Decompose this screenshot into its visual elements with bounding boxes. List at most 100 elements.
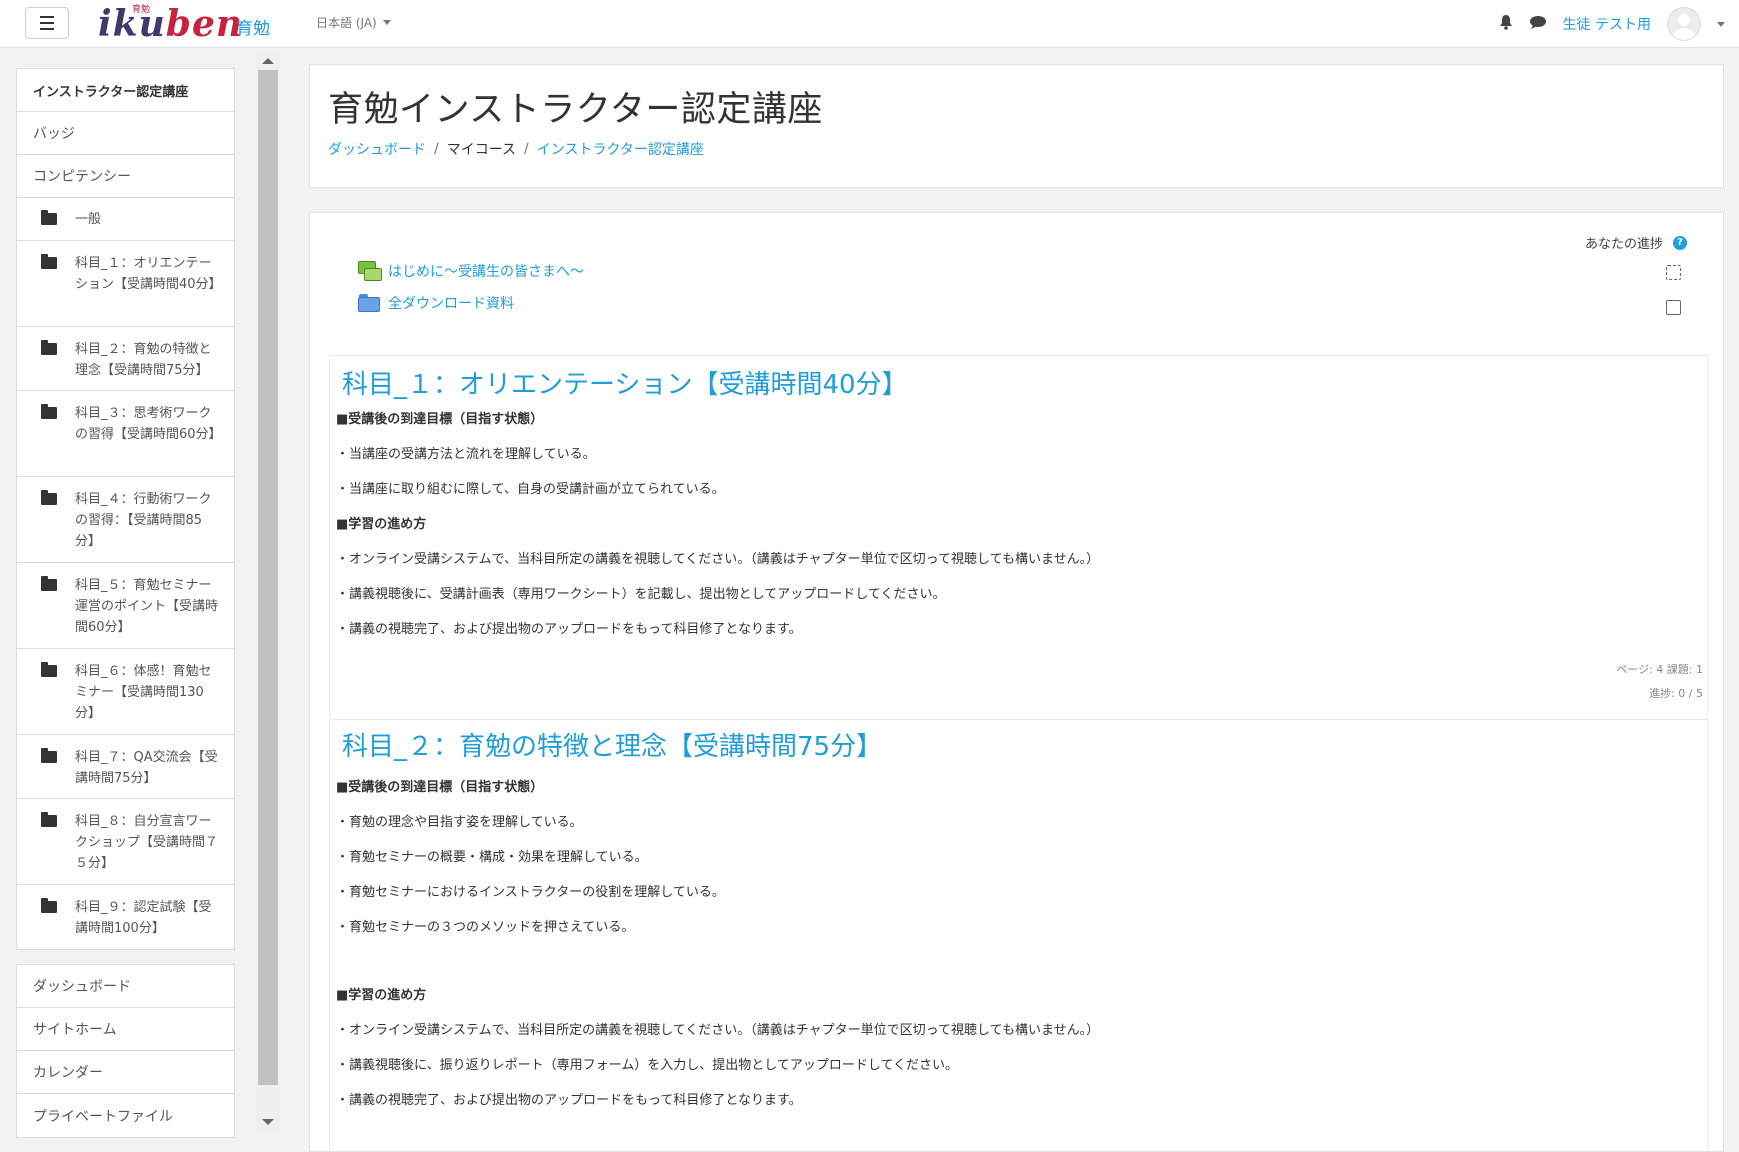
folder-icon xyxy=(41,340,57,355)
sidebar-item-calendar[interactable]: カレンダー xyxy=(17,1051,234,1094)
folder-icon xyxy=(41,812,57,827)
sidebar-item-label: 科目_９：認定試験【受講時間100分】 xyxy=(75,900,212,936)
sidebar-item-competencies[interactable]: コンピテンシー xyxy=(17,155,234,198)
progress-header: あなたの進捗 ? xyxy=(1585,233,1687,252)
sidebar-item-label: コンピテンシー xyxy=(33,169,131,185)
section-title[interactable]: 科目_２：育勉の特徴と理念【受講時間75分】 xyxy=(342,730,1707,764)
section-progress-count: 進捗: 0 / 5 xyxy=(1649,687,1703,700)
breadcrumb-separator: / xyxy=(524,141,529,157)
activity-item-forum[interactable]: はじめに～受講生の皆さまへ～ xyxy=(358,261,584,281)
site-nav-block: ダッシュボード サイトホーム カレンダー プライベートファイル xyxy=(16,964,235,1138)
sidebar-item-site-home[interactable]: サイトホーム xyxy=(17,1008,234,1051)
activity-item-folder[interactable]: 全ダウンロード資料 xyxy=(358,293,514,313)
section-activity-count: ページ: 4 課題: 1 xyxy=(1616,663,1703,676)
summary-line: ・育勉セミナーの３つのメソッドを押さえている。 xyxy=(336,920,635,935)
user-caret-down-icon[interactable] xyxy=(1717,21,1725,27)
sidebar-section-item[interactable]: 科目_３：思考術ワークの習得【受講時間60分】 xyxy=(17,391,234,477)
section-title[interactable]: 科目_１：オリエンテーション【受講時間40分】 xyxy=(342,368,1707,402)
sidebar-scrollbar[interactable] xyxy=(256,52,280,1131)
avatar[interactable] xyxy=(1667,7,1701,41)
sidebar-section-item[interactable]: 一般 xyxy=(17,198,234,241)
sidebar-item-course[interactable]: インストラクター認定講座 xyxy=(17,69,234,112)
folder-icon xyxy=(41,898,57,913)
hamburger-icon xyxy=(40,14,54,32)
sidebar-section-item[interactable]: 科目_７：QA交流会【受講時間75分】 xyxy=(17,735,234,799)
sidebar-section-item[interactable]: 科目_１：オリエンテーション【受講時間40分】 xyxy=(17,241,234,327)
folder-icon xyxy=(41,748,57,763)
scrollbar-thumb[interactable] xyxy=(258,70,278,1085)
scroll-up-arrow-icon[interactable] xyxy=(262,58,274,64)
progress-label: あなたの進捗 xyxy=(1584,237,1663,252)
logo-subtext: 育勉 xyxy=(132,5,151,15)
sidebar-item-label: 一般 xyxy=(75,212,102,227)
sidebar-item-label: バッジ xyxy=(33,126,75,142)
breadcrumb: ダッシュボード / マイコース / インストラクター認定講座 xyxy=(328,139,704,159)
section-summary: ■受講後の到達目標（目指す状態） ・当講座の受講方法と流れを理解している。 ・当… xyxy=(336,410,1707,640)
summary-line: ・当講座の受講方法と流れを理解している。 xyxy=(336,447,596,462)
summary-line: ・講義視聴後に、受講計画表（専用ワークシート）を記載し、提出物としてアップロード… xyxy=(336,587,946,602)
folder-icon xyxy=(41,254,57,269)
summary-line: ・当講座に取り組むに際して、自身の受講計画が立てられている。 xyxy=(336,482,725,497)
breadcrumb-separator: / xyxy=(434,141,439,157)
caret-down-icon xyxy=(382,20,391,25)
sidebar-section-item[interactable]: 科目_５：育勉セミナー運営のポイント【受講時間60分】 xyxy=(17,563,234,649)
summary-line: ・育勉セミナーの概要・構成・効果を理解している。 xyxy=(336,850,648,865)
summary-heading: ■受講後の到達目標（目指す状態） xyxy=(336,780,544,795)
summary-heading: ■受講後の到達目標（目指す状態） xyxy=(336,412,544,427)
user-menu-name[interactable]: 生徒 テスト用 xyxy=(1563,14,1651,34)
chat-bubble-icon[interactable] xyxy=(1529,15,1547,34)
help-icon[interactable]: ? xyxy=(1673,235,1687,250)
summary-line: ・講義視聴後に、振り返りレポート（専用フォーム）を入力し、提出物としてアップロー… xyxy=(336,1058,959,1073)
course-section: 科目_２：育勉の特徴と理念【受講時間75分】 ■受講後の到達目標（目指す状態） … xyxy=(329,719,1708,1151)
sidebar-item-label: 科目_２：育勉の特徴と理念【受講時間75分】 xyxy=(75,342,212,378)
sidebar-item-label: 科目_７：QA交流会【受講時間75分】 xyxy=(75,750,218,786)
scroll-down-arrow-icon[interactable] xyxy=(262,1119,274,1125)
sidebar-item-label: 科目_５：育勉セミナー運営のポイント【受講時間60分】 xyxy=(75,578,219,635)
section-summary: ■受講後の到達目標（目指す状態） ・育勉の理念や目指す姿を理解している。 ・育勉… xyxy=(336,778,1707,1111)
sidebar-section-item[interactable]: 科目_９：認定試験【受講時間100分】 xyxy=(17,885,234,949)
section-progress-meta: ページ: 4 課題: 1 進捗: 0 / 5 xyxy=(1616,658,1703,706)
folder-icon xyxy=(358,294,380,312)
sidebar-item-label: カレンダー xyxy=(33,1065,103,1081)
sidebar-section-item[interactable]: 科目_８：自分宣言ワークショップ【受講時間７５分】 xyxy=(17,799,234,885)
site-logo[interactable]: 育勉 ikuben xyxy=(98,4,243,44)
language-label: 日本語 (JA) xyxy=(316,16,377,30)
breadcrumb-course[interactable]: インストラクター認定講座 xyxy=(537,139,704,159)
sidebar-item-label: 科目_４：行動術ワークの習得：【受講時間85分】 xyxy=(75,492,212,549)
activity-link[interactable]: はじめに～受講生の皆さまへ～ xyxy=(388,261,584,281)
sidebar-item-label: サイトホーム xyxy=(33,1022,117,1038)
sidebar-item-badges[interactable]: バッジ xyxy=(17,112,234,155)
page-title: 育勉インストラクター認定講座 xyxy=(328,90,823,130)
sidebar-item-dashboard[interactable]: ダッシュボード xyxy=(17,965,234,1008)
sidebar-item-label: 科目_３：思考術ワークの習得【受講時間60分】 xyxy=(75,406,222,442)
sidebar-item-label: プライベートファイル xyxy=(33,1108,173,1125)
summary-line: ・育勉セミナーにおけるインストラクターの役割を理解している。 xyxy=(336,885,725,900)
summary-heading: ■学習の進め方 xyxy=(336,517,427,532)
page-header: 育勉インストラクター認定講座 ダッシュボード / マイコース / インストラクタ… xyxy=(309,64,1724,188)
course-section: 科目_１：オリエンテーション【受講時間40分】 ■受講後の到達目標（目指す状態）… xyxy=(329,355,1708,720)
sidebar-section-item[interactable]: 科目_６：体感！育勉セミナー【受講時間130分】 xyxy=(17,649,234,735)
forum-icon xyxy=(358,261,382,281)
folder-icon xyxy=(41,210,57,225)
sidebar-item-label: インストラクター認定講座 xyxy=(33,84,189,100)
sidebar-section-item[interactable]: 科目_４：行動術ワークの習得：【受講時間85分】 xyxy=(17,477,234,563)
bell-icon[interactable] xyxy=(1499,14,1513,34)
summary-line: ・オンライン受講システムで、当科目所定の講義を視聴してください。（講義はチャプタ… xyxy=(336,1023,1100,1038)
sidebar: インストラクター認定講座 バッジ コンピテンシー 一般 科目_１：オリエンテーシ… xyxy=(16,68,235,1138)
sidebar-item-label: 科目_６：体感！育勉セミナー【受講時間130分】 xyxy=(75,664,212,721)
folder-icon xyxy=(41,490,57,505)
sidebar-section-item[interactable]: 科目_２：育勉の特徴と理念【受講時間75分】 xyxy=(17,327,234,391)
folder-icon xyxy=(41,404,57,419)
sidebar-item-label: 科目_８：自分宣言ワークショップ【受講時間７５分】 xyxy=(75,814,219,871)
language-menu[interactable]: 日本語 (JA) xyxy=(316,14,391,31)
folder-icon xyxy=(41,662,57,677)
folder-icon xyxy=(41,576,57,591)
menu-toggle-button[interactable] xyxy=(25,7,69,39)
completion-checkbox[interactable] xyxy=(1666,300,1681,315)
breadcrumb-dashboard[interactable]: ダッシュボード xyxy=(328,139,426,159)
activity-link[interactable]: 全ダウンロード資料 xyxy=(388,293,514,313)
sidebar-item-label: 科目_１：オリエンテーション【受講時間40分】 xyxy=(75,256,222,292)
logo-ja-text: 育勉 xyxy=(236,19,270,39)
course-nav-block: インストラクター認定講座 バッジ コンピテンシー 一般 科目_１：オリエンテーシ… xyxy=(16,68,235,950)
summary-line: ・講義の視聴完了、および提出物のアップロードをもって科目修了となります。 xyxy=(336,1093,802,1108)
